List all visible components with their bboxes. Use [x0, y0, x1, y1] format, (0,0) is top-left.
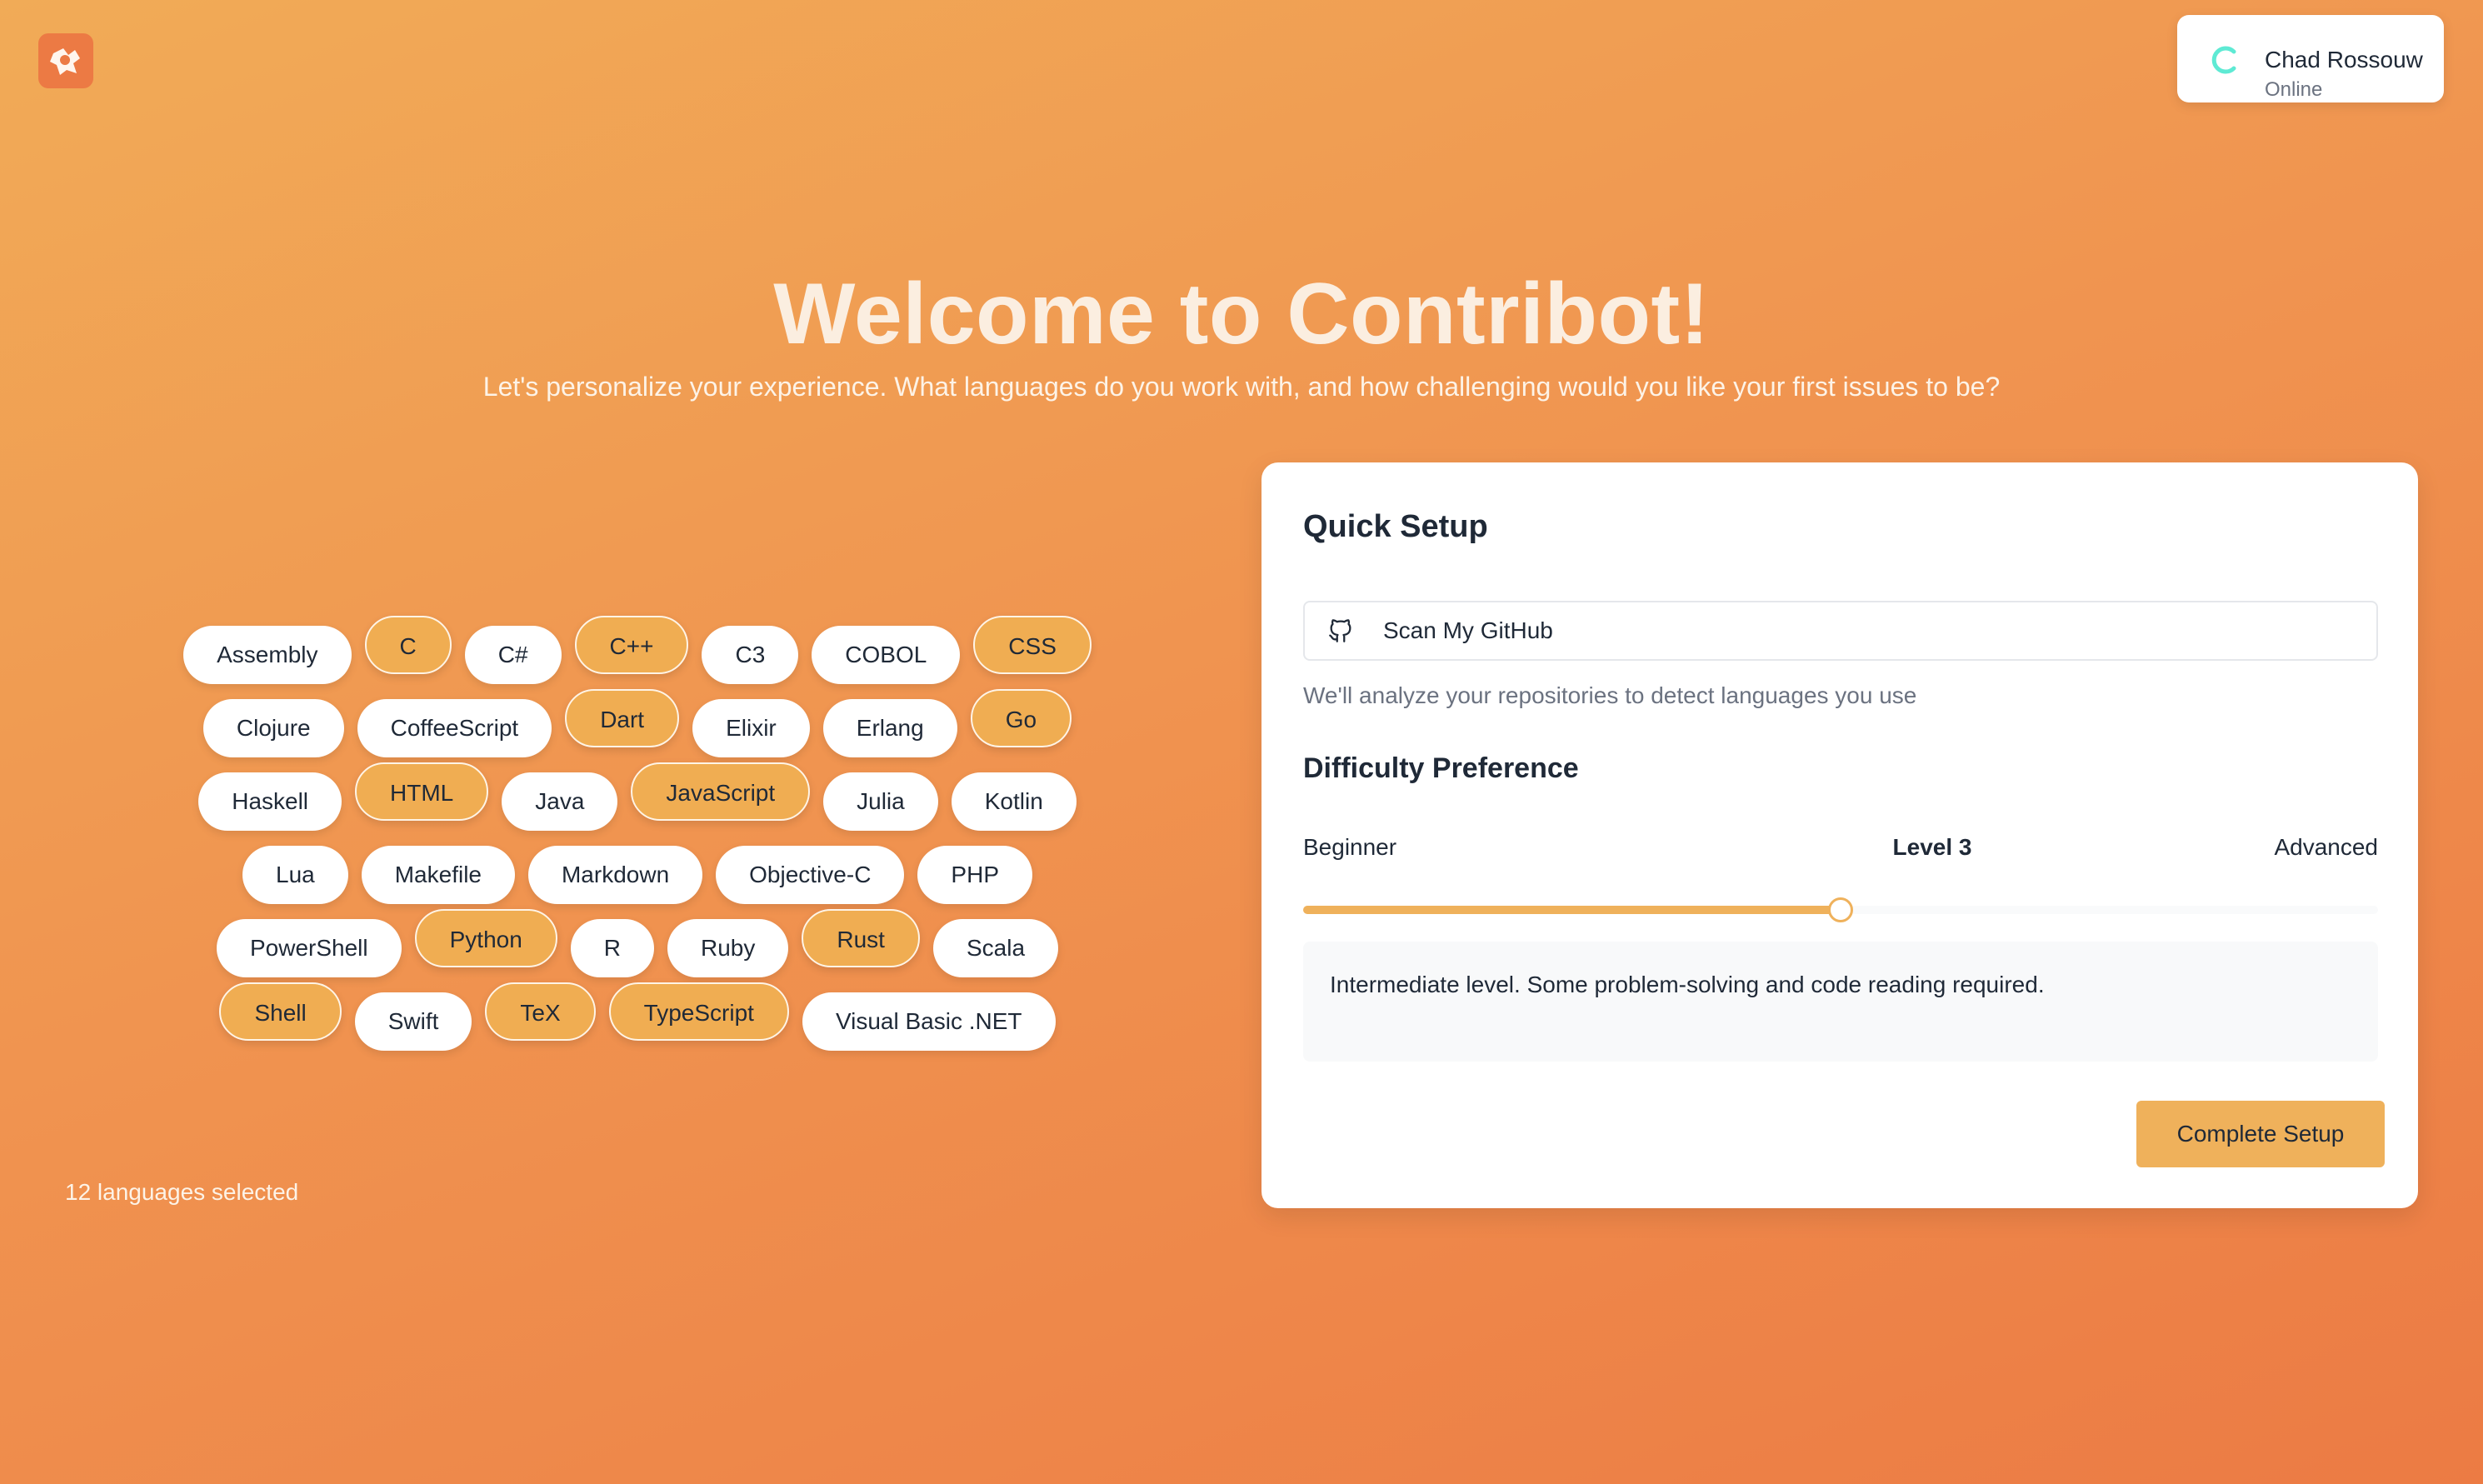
language-chip[interactable]: Swift: [354, 992, 472, 1051]
language-chip[interactable]: C: [364, 616, 452, 674]
language-chip[interactable]: Assembly: [183, 626, 352, 684]
language-chip[interactable]: C++: [574, 616, 689, 674]
difficulty-level-label: Level 3: [1892, 834, 1972, 860]
language-chip[interactable]: TypeScript: [608, 982, 789, 1041]
difficulty-max-label: Advanced: [2274, 834, 2378, 860]
language-selector: Assembly C C# C++ C3 COBOL CSS Clojure CoffeeScr…: [167, 612, 1108, 1052]
logo-glyph: [50, 48, 80, 75]
scan-github-button[interactable]: Scan My GitHub: [1303, 601, 2378, 661]
difficulty-min-label: Beginner: [1303, 834, 1397, 860]
language-chip[interactable]: PHP: [917, 846, 1032, 904]
user-name: Chad Rossouw: [2265, 47, 2423, 72]
language-chip[interactable]: CSS: [973, 616, 1092, 674]
language-chip[interactable]: Objective-C: [716, 846, 905, 904]
language-row: Clojure CoffeeScript Dart Elixir Erlang Go: [167, 686, 1108, 759]
language-chip[interactable]: Lua: [242, 846, 348, 904]
user-status: Online: [2265, 78, 2323, 101]
language-chip[interactable]: C#: [464, 626, 562, 684]
language-chip[interactable]: Rust: [802, 909, 920, 967]
language-chip[interactable]: Ruby: [667, 919, 789, 977]
language-row: Lua Makefile Markdown Objective-C PHP: [167, 832, 1108, 906]
difficulty-slider[interactable]: [1303, 894, 2378, 927]
page-subtitle: Let's personalize your experience. What …: [482, 372, 2001, 402]
difficulty-description-box: Intermediate level. Some problem-solving…: [1303, 942, 2378, 1062]
language-chip[interactable]: JavaScript: [631, 762, 811, 821]
language-chip[interactable]: Kotlin: [951, 772, 1077, 831]
github-icon: [1329, 619, 1351, 642]
language-chip[interactable]: Elixir: [692, 699, 810, 757]
language-chip[interactable]: Julia: [823, 772, 938, 831]
language-chip[interactable]: Haskell: [198, 772, 342, 831]
quick-setup-card: Quick Setup Scan My GitHub We'll analyze…: [1261, 462, 2418, 1208]
language-chip[interactable]: TeX: [485, 982, 596, 1041]
language-chip[interactable]: Go: [970, 689, 1072, 747]
language-chip[interactable]: Shell: [219, 982, 342, 1041]
language-chip[interactable]: COBOL: [812, 626, 961, 684]
language-chip[interactable]: Visual Basic .NET: [802, 992, 1056, 1051]
language-row: Haskell HTML Java JavaScript Julia Kotlin: [167, 759, 1108, 832]
complete-setup-button[interactable]: Complete Setup: [2136, 1101, 2385, 1167]
language-chip[interactable]: Dart: [565, 689, 680, 747]
slider-thumb[interactable]: [1828, 897, 1853, 922]
language-chip[interactable]: Scala: [932, 919, 1059, 977]
language-chip[interactable]: Markdown: [527, 846, 703, 904]
language-chip[interactable]: HTML: [355, 762, 489, 821]
selected-count: 12 languages selected: [65, 1179, 299, 1205]
language-chip[interactable]: CoffeeScript: [357, 699, 552, 757]
language-row: PowerShell Python R Ruby Rust Scala: [167, 906, 1108, 979]
language-chip[interactable]: Erlang: [822, 699, 957, 757]
language-chip[interactable]: Java: [502, 772, 618, 831]
language-row: Shell Swift TeX TypeScript Visual Basic .NET: [167, 979, 1108, 1052]
language-row: Assembly C C# C++ C3 COBOL CSS: [167, 612, 1108, 686]
language-chip[interactable]: Python: [414, 909, 557, 967]
scan-hint-text: We'll analyze your repositories to detec…: [1303, 682, 1917, 708]
language-chip[interactable]: Clojure: [202, 699, 344, 757]
difficulty-description: Intermediate level. Some problem-solving…: [1330, 972, 2045, 997]
language-chip[interactable]: C3: [702, 626, 799, 684]
loading-spinner-icon: [2211, 46, 2236, 74]
slider-fill: [1303, 906, 1841, 914]
language-chip[interactable]: PowerShell: [216, 919, 402, 977]
difficulty-title: Difficulty Preference: [1303, 752, 1579, 784]
user-profile-card[interactable]: Chad Rossouw Online: [2177, 15, 2444, 102]
language-chip[interactable]: R: [570, 919, 655, 977]
language-chip[interactable]: Makefile: [361, 846, 515, 904]
scan-github-label: Scan My GitHub: [1383, 617, 1553, 643]
quick-setup-title: Quick Setup: [1303, 509, 1488, 544]
contribot-logo-icon[interactable]: [38, 33, 93, 88]
page-title: Welcome to Contribot!: [773, 266, 1710, 362]
